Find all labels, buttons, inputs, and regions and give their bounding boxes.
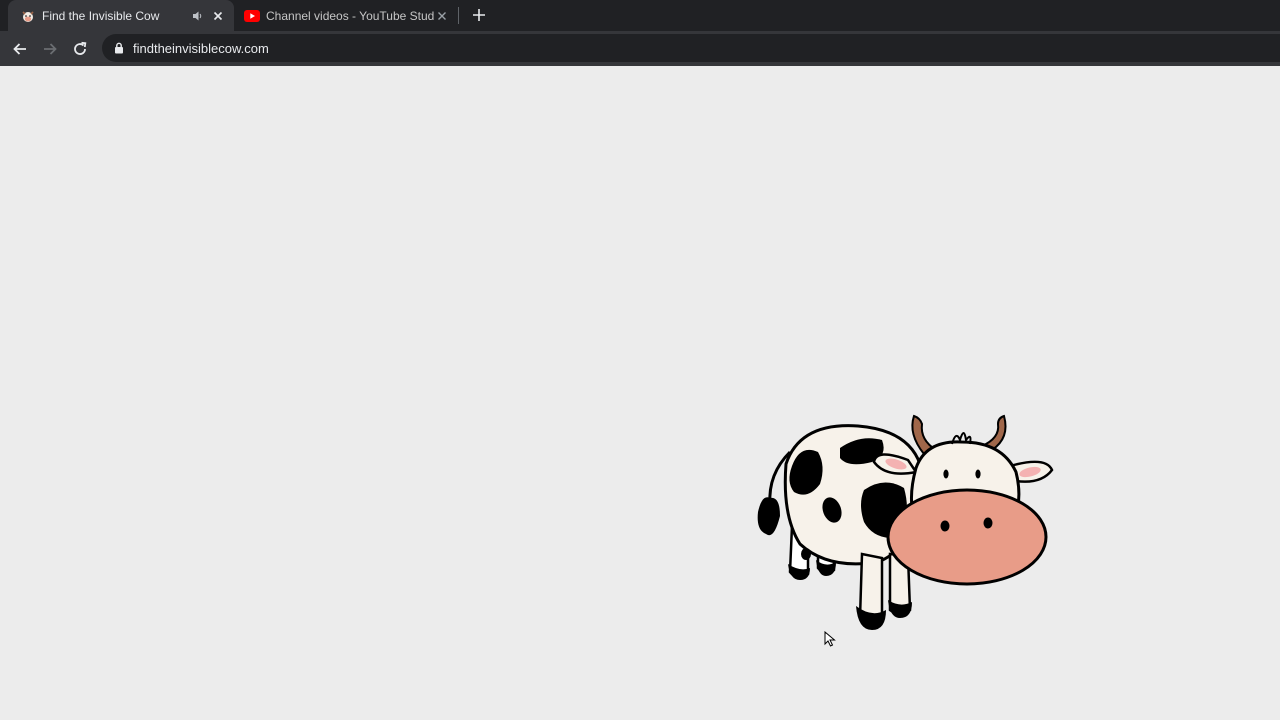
reload-button[interactable] — [68, 37, 92, 61]
tab-title: Find the Invisible Cow — [42, 8, 160, 23]
close-icon[interactable] — [434, 8, 450, 24]
new-tab-button[interactable] — [468, 4, 490, 26]
youtube-favicon-icon — [244, 8, 260, 24]
toolbar: findtheinvisiblecow.com — [0, 31, 1280, 66]
forward-arrow-icon — [44, 43, 57, 55]
plus-icon — [473, 9, 485, 21]
speaker-icon[interactable] — [190, 8, 206, 24]
close-icon[interactable] — [210, 8, 226, 24]
tab-find-the-invisible-cow[interactable]: Find the Invisible Cow — [8, 0, 234, 31]
back-button[interactable] — [8, 37, 32, 61]
forward-button[interactable] — [38, 37, 62, 61]
tab-separator — [458, 7, 459, 24]
page-content[interactable] — [0, 66, 1280, 720]
tab-title: Channel videos - YouTube Studio — [266, 8, 434, 23]
back-arrow-icon — [13, 43, 26, 55]
tab-youtube-studio[interactable]: Channel videos - YouTube Studio — [234, 0, 458, 31]
cow-favicon-icon — [20, 8, 36, 24]
cow-image[interactable] — [748, 404, 1058, 636]
url-text[interactable]: findtheinvisiblecow.com — [133, 41, 269, 56]
reload-icon — [74, 41, 87, 55]
lock-icon[interactable] — [112, 41, 126, 55]
address-bar[interactable]: findtheinvisiblecow.com — [102, 34, 1280, 62]
mouse-cursor-icon — [824, 631, 836, 647]
tab-strip: Find the Invisible Cow Channel videos - … — [0, 0, 1280, 31]
browser-chrome: Find the Invisible Cow Channel videos - … — [0, 0, 1280, 66]
